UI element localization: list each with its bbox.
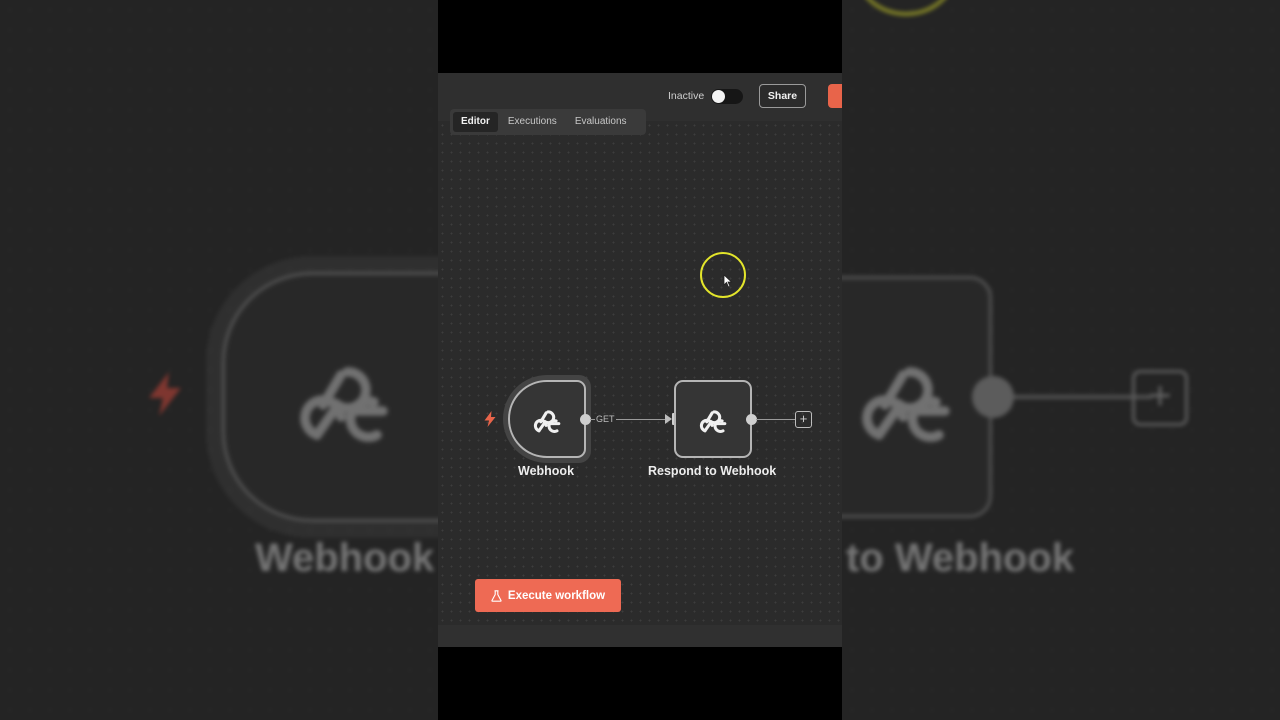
workflow-canvas[interactable]: Webhook GET Respond to Webhook + bbox=[438, 121, 842, 625]
backdrop-webhook-label: Webhook bbox=[255, 536, 435, 580]
webhook-icon bbox=[699, 410, 727, 433]
execute-workflow-button[interactable]: Execute workflow bbox=[475, 579, 621, 612]
respond-node-label: Respond to Webhook bbox=[648, 464, 777, 478]
trigger-bolt-icon bbox=[484, 411, 496, 427]
backdrop-webhook-node bbox=[222, 272, 438, 522]
execute-workflow-label: Execute workflow bbox=[507, 589, 606, 602]
add-node-plus-icon[interactable]: + bbox=[795, 411, 812, 428]
connection-method-label: GET bbox=[595, 414, 616, 424]
workflow-editor-window: Inactive Share Webhook GET Respond to We… bbox=[438, 73, 842, 647]
share-button[interactable]: Share bbox=[759, 84, 806, 108]
connection-arrow-icon bbox=[665, 414, 672, 424]
tab-editor[interactable]: Editor bbox=[453, 112, 498, 132]
mouse-cursor-icon bbox=[723, 274, 733, 288]
flask-icon bbox=[491, 589, 502, 602]
webhook-icon bbox=[533, 410, 561, 433]
backdrop-right: + to Webhook bbox=[842, 0, 1280, 720]
respond-to-webhook-node[interactable] bbox=[674, 380, 752, 458]
backdrop-respond-node bbox=[842, 276, 992, 518]
bottom-panel-edge bbox=[438, 625, 842, 647]
toggle-knob bbox=[712, 90, 725, 103]
backdrop-connection-line bbox=[1012, 395, 1152, 399]
backdrop-left: Webhook bbox=[0, 0, 438, 720]
save-button[interactable] bbox=[828, 84, 842, 108]
backdrop-output-dot bbox=[972, 376, 1014, 418]
webhook-node[interactable] bbox=[508, 380, 586, 458]
view-tabs: Editor Executions Evaluations bbox=[450, 109, 646, 135]
backdrop-respond-icon bbox=[862, 367, 950, 442]
backdrop-plus-icon: + bbox=[1132, 370, 1188, 426]
add-node-line bbox=[756, 419, 795, 420]
active-toggle[interactable] bbox=[711, 89, 743, 104]
tab-executions[interactable]: Executions bbox=[500, 112, 565, 132]
backdrop-respond-label: to Webhook bbox=[846, 536, 1075, 580]
backdrop-webhook-icon bbox=[300, 367, 388, 442]
active-status-label: Inactive bbox=[668, 90, 705, 102]
webhook-node-label: Webhook bbox=[518, 464, 575, 478]
backdrop-bolt-icon bbox=[149, 372, 181, 416]
tab-evaluations[interactable]: Evaluations bbox=[567, 112, 635, 132]
